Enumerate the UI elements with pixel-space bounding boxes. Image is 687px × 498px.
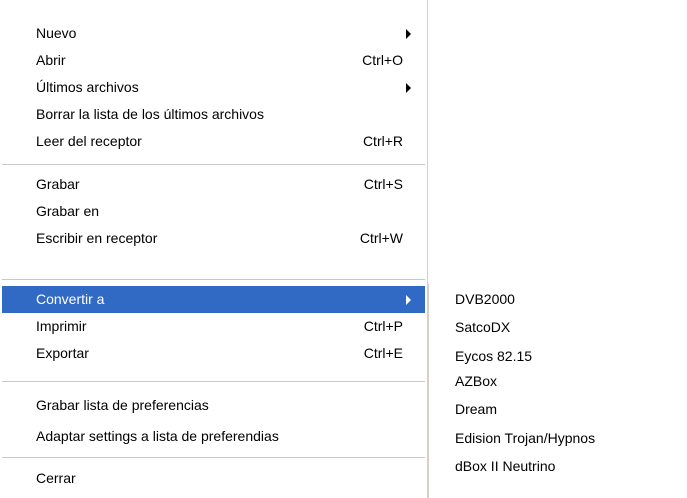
menu-item-grabar-lista-preferencias[interactable]: Grabar lista de preferencias <box>2 392 425 419</box>
menu-item-escribir-en-receptor[interactable]: Escribir en receptor Ctrl+W <box>2 225 425 252</box>
menu-item-abrir[interactable]: Abrir Ctrl+O <box>2 47 425 74</box>
menu-item-shortcut: Ctrl+E <box>363 345 403 361</box>
convert-submenu: DVB2000 SatcoDX Eycos 82.15 AZBox Dream … <box>428 284 687 498</box>
menu-separator <box>2 457 425 458</box>
menu-item-shortcut: Ctrl+S <box>363 176 403 192</box>
submenu-item-eycos[interactable]: Eycos 82.15 <box>429 343 687 370</box>
menu-item-label: Exportar <box>36 345 89 361</box>
submenu-item-label: DVB2000 <box>455 291 515 307</box>
menu-item-grabar[interactable]: Grabar Ctrl+S <box>2 171 425 198</box>
file-menu: Nuevo Abrir Ctrl+O Últimos archivos Borr… <box>0 0 428 498</box>
menu-item-label: Escribir en receptor <box>36 230 158 246</box>
submenu-item-dream[interactable]: Dream <box>429 396 687 423</box>
submenu-arrow-icon <box>406 83 411 93</box>
submenu-item-dbox-neutrino[interactable]: dBox II Neutrino <box>429 453 687 480</box>
menu-item-label: Imprimir <box>36 318 87 334</box>
menu-item-shortcut: Ctrl+O <box>362 52 403 68</box>
menu-item-label: Grabar lista de preferencias <box>36 397 209 413</box>
menu-separator <box>2 164 425 165</box>
menu-item-nuevo[interactable]: Nuevo <box>2 20 425 47</box>
submenu-item-label: Edision Trojan/Hypnos <box>455 430 596 446</box>
menu-item-exportar[interactable]: Exportar Ctrl+E <box>2 340 425 367</box>
menu-item-label: Nuevo <box>36 25 77 41</box>
menu-item-imprimir[interactable]: Imprimir Ctrl+P <box>2 313 425 340</box>
submenu-item-dvb2000[interactable]: DVB2000 <box>429 286 687 313</box>
menu-separator <box>2 279 425 280</box>
menu-item-label: Últimos archivos <box>36 79 139 95</box>
submenu-item-azbox[interactable]: AZBox <box>429 368 687 395</box>
menu-item-borrar-lista[interactable]: Borrar la lista de los últimos archivos <box>2 101 425 128</box>
menu-item-label: Convertir a <box>36 291 105 307</box>
menu-item-label: Adaptar settings a lista de preferendias <box>36 428 279 444</box>
menu-item-label: Grabar <box>36 176 80 192</box>
menu-item-ultimos-archivos[interactable]: Últimos archivos <box>2 74 425 101</box>
submenu-item-label: SatcoDX <box>455 319 511 335</box>
submenu-item-label: Dream <box>455 401 498 417</box>
menu-item-cerrar[interactable]: Cerrar <box>2 465 425 492</box>
menu-item-shortcut: Ctrl+P <box>363 318 403 334</box>
submenu-arrow-icon <box>406 295 411 305</box>
menu-item-leer-del-receptor[interactable]: Leer del receptor Ctrl+R <box>2 128 425 155</box>
menu-item-grabar-en[interactable]: Grabar en <box>2 198 425 225</box>
submenu-item-label: dBox II Neutrino <box>455 458 556 474</box>
menu-item-label: Borrar la lista de los últimos archivos <box>36 106 264 122</box>
menu-separator <box>2 381 425 382</box>
menu-item-shortcut: Ctrl+R <box>362 133 403 149</box>
menu-item-convertir-a[interactable]: Convertir a <box>2 286 425 313</box>
menu-item-label: Cerrar <box>36 470 76 486</box>
submenu-arrow-icon <box>406 29 411 39</box>
menu-item-label: Leer del receptor <box>36 133 142 149</box>
menu-item-shortcut: Ctrl+W <box>359 230 403 246</box>
menu-item-label: Grabar en <box>36 203 100 219</box>
submenu-item-edision[interactable]: Edision Trojan/Hypnos <box>429 425 687 452</box>
submenu-item-label: Eycos 82.15 <box>455 348 533 364</box>
menu-item-adaptar-settings[interactable]: Adaptar settings a lista de preferendias <box>2 423 425 450</box>
submenu-item-label: AZBox <box>455 373 498 389</box>
submenu-item-satcodx[interactable]: SatcoDX <box>429 314 687 341</box>
menu-item-label: Abrir <box>36 52 66 68</box>
